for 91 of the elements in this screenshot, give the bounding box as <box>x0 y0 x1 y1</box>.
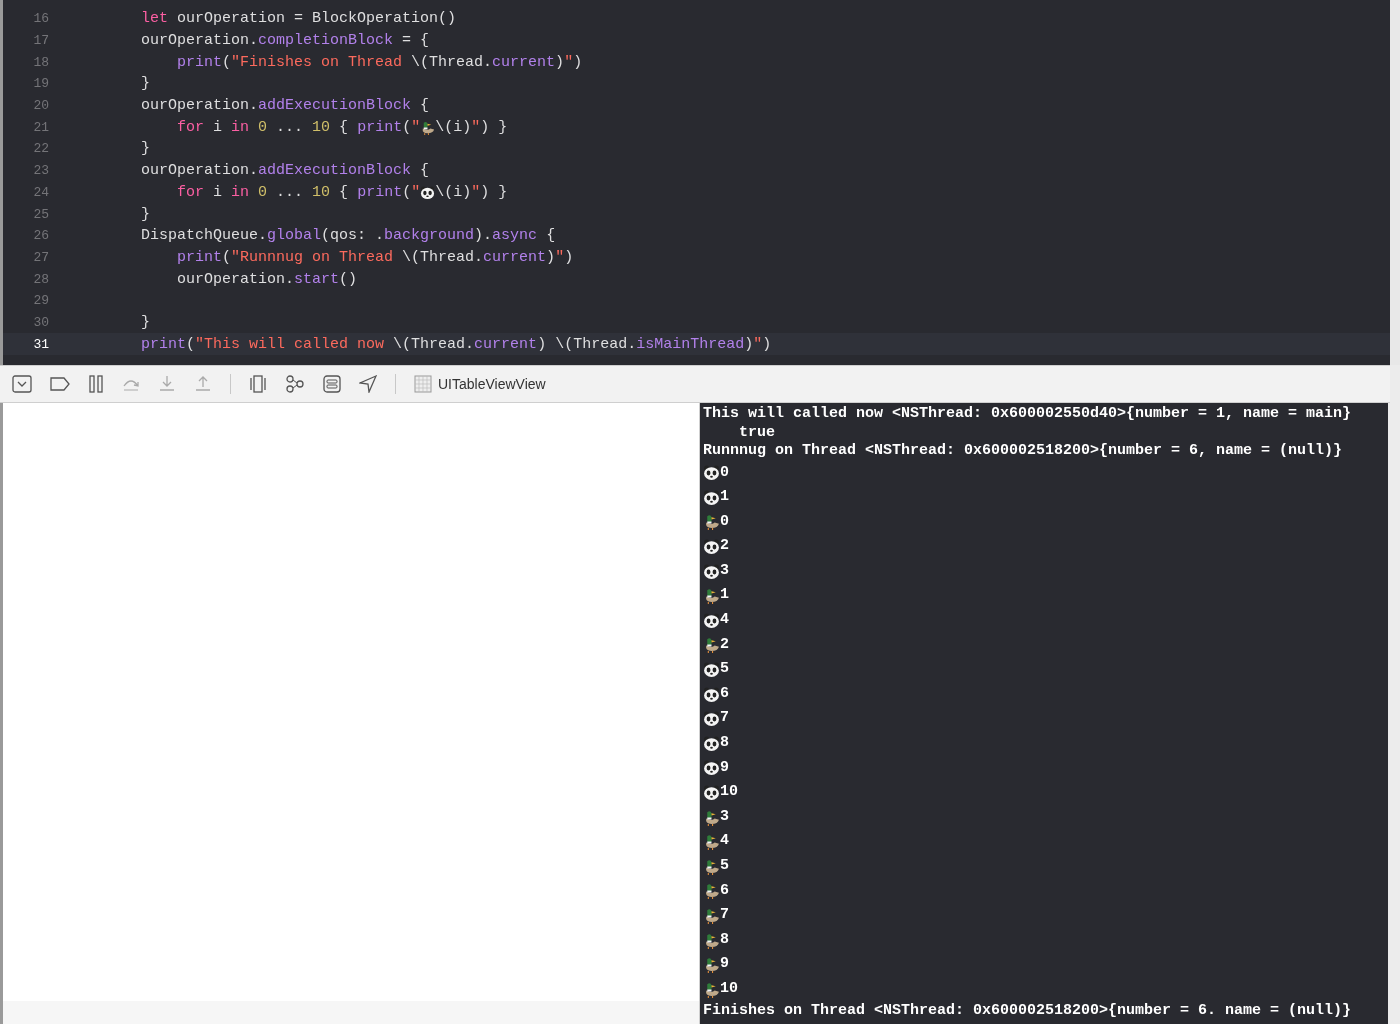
console-line: 5 <box>720 659 729 680</box>
panda-icon <box>703 734 720 752</box>
code-line: ourOperation.start() <box>176 270 358 288</box>
console-line: 7 <box>720 708 729 729</box>
line-number: 20 <box>32 98 49 114</box>
console-line: 9 <box>720 757 729 778</box>
code-line: let ourOperation = BlockOperation() <box>140 10 457 28</box>
line-number: 27 <box>32 249 49 265</box>
console-line: 10 <box>720 782 738 803</box>
view-hierarchy-icon[interactable] <box>249 375 267 393</box>
console-line: 0 <box>720 511 729 532</box>
console-line: This will called now <NSThread: 0x600002550d40>{number = 1, name = main} <box>703 405 1353 424</box>
code-line: ourOperation.completionBlock = { <box>140 32 430 50</box>
line-number: 16 <box>32 11 49 27</box>
panda-icon <box>703 759 720 777</box>
console-line: 1 <box>720 487 729 508</box>
environment-icon[interactable] <box>323 375 341 393</box>
pause-icon[interactable] <box>88 375 104 393</box>
console-line: 9 <box>720 954 729 975</box>
code-line: ourOperation.addExecutionBlock { <box>140 97 430 115</box>
line-number: 29 <box>32 293 49 309</box>
view-name[interactable]: UITableViewView <box>438 376 546 392</box>
line-number: 23 <box>32 163 49 179</box>
code-line: for i in 0 ... 10 { print(" \(i)") } <box>176 183 508 201</box>
duck-icon <box>420 119 436 135</box>
console-line: 3 <box>720 806 729 827</box>
duck-icon <box>703 956 720 974</box>
panda-icon <box>703 488 720 506</box>
duck-icon <box>703 513 720 531</box>
code-line: DispatchQueue.global(qos: .background).async { <box>140 227 556 245</box>
code-line: ourOperation.addExecutionBlock { <box>140 162 430 180</box>
code-line: } <box>140 313 150 331</box>
code-line: } <box>140 75 150 93</box>
console-line: 7 <box>720 905 729 926</box>
line-number: 30 <box>32 314 49 330</box>
code-editor[interactable] <box>0 0 1390 365</box>
panda-icon <box>703 464 720 482</box>
line-number: 26 <box>32 228 49 244</box>
line-number: 18 <box>32 54 49 70</box>
panda-icon <box>420 184 436 200</box>
line-number: 22 <box>32 141 49 157</box>
console-line: 1 <box>720 585 729 606</box>
panda-icon <box>703 710 720 728</box>
code-line: print("Finishes on Thread \(Thread.current)") <box>176 53 583 71</box>
console-line: 2 <box>720 634 729 655</box>
console-line: 3 <box>720 560 729 581</box>
console-line: 8 <box>720 733 729 754</box>
memory-graph-icon[interactable] <box>285 375 305 393</box>
line-number: 31 <box>32 336 49 352</box>
line-number: 19 <box>32 76 49 92</box>
breakpoint-icon[interactable] <box>50 377 70 391</box>
duck-icon <box>703 587 720 605</box>
line-number: 17 <box>32 33 49 49</box>
grid-icon <box>414 375 432 393</box>
code-line: print("Runnnug on Thread \(Thread.current)") <box>176 248 574 266</box>
console-line: true <box>739 423 775 441</box>
console-line: 10 <box>720 978 738 999</box>
console-line: 2 <box>720 536 729 557</box>
console-line: 0 <box>720 462 729 483</box>
duck-icon <box>703 907 720 924</box>
console-line: Finishes on Thread <NSThread: 0x600002518200>{number = 6. name = (null)} <box>703 1001 1353 1021</box>
duck-icon <box>703 882 720 900</box>
console-line: Runnnug on Thread <NSThread: 0x600002518200>{number = 6, name = (null)} <box>703 442 1344 461</box>
console-line: 5 <box>720 856 729 876</box>
duck-icon <box>703 857 720 875</box>
code-line: } <box>140 140 150 158</box>
console-line: 8 <box>720 929 729 950</box>
panda-icon <box>703 611 720 629</box>
code-line: print("This will called now \(Thread.current) \(Thread.isMainThread)") <box>140 335 772 353</box>
panda-icon <box>703 538 720 556</box>
hide-panel-icon[interactable] <box>12 375 32 393</box>
location-icon[interactable] <box>359 375 377 393</box>
duck-icon <box>703 833 720 851</box>
panda-icon <box>703 784 720 801</box>
duck-icon <box>703 636 720 654</box>
code-line: for i in 0 ... 10 { print(" \(i)") } <box>176 118 508 136</box>
panda-icon <box>703 562 720 580</box>
line-number: 21 <box>32 119 49 135</box>
duck-icon <box>703 808 720 826</box>
line-number: 25 <box>32 206 49 222</box>
line-number: 24 <box>32 184 49 200</box>
console-line: 6 <box>720 880 729 901</box>
console-line: 4 <box>720 831 729 852</box>
panda-icon <box>703 661 720 679</box>
panda-icon <box>703 685 720 703</box>
duck-icon <box>703 980 720 998</box>
duck-icon <box>703 931 720 949</box>
console-line: 6 <box>720 683 729 704</box>
console-line: 4 <box>720 610 729 631</box>
code-line: } <box>140 205 150 223</box>
line-number: 28 <box>32 271 49 287</box>
